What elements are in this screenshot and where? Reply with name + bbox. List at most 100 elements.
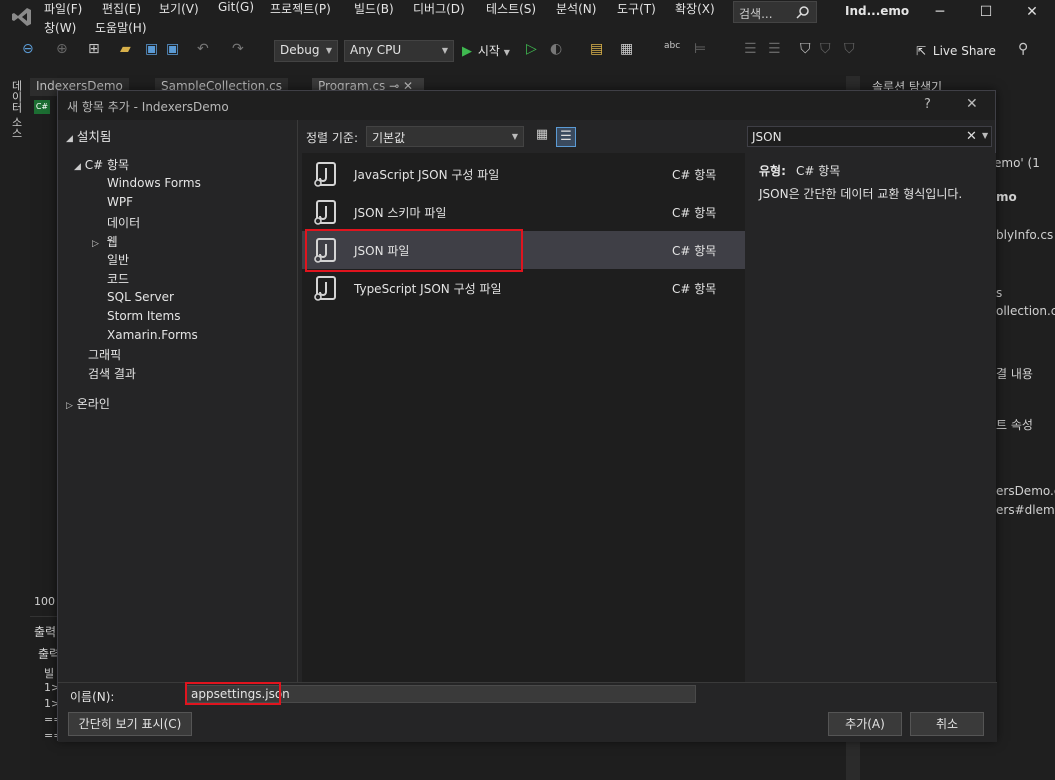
start-button[interactable]: ▶ 시작 ▼ [462, 42, 510, 59]
tree-item-sql-server[interactable]: SQL Server [107, 290, 174, 304]
name-label: 이름(N): [70, 690, 115, 704]
json-file-icon [314, 162, 336, 187]
undo-icon[interactable]: ↶ [197, 41, 209, 57]
solution-fragment: emo' (1 [994, 156, 1040, 170]
help-button[interactable]: ? [924, 97, 931, 112]
template-name: JSON 스키마 파일 [354, 206, 447, 220]
template-item-javascript-json[interactable]: JavaScript JSON 구성 파일 C# 항목 [302, 155, 745, 193]
platform-value: Any CPU [350, 43, 402, 57]
tree-search-results[interactable]: 검색 결과 [88, 365, 136, 382]
close-window-button[interactable]: ✕ [1008, 0, 1055, 26]
tree-item-web-label: 웹 [106, 235, 118, 249]
data-sources-tab[interactable]: 데이터 소스 [8, 80, 24, 139]
grid-view-icon[interactable]: ▦ [532, 127, 552, 147]
compact-view-button[interactable]: 간단히 보기 표시(C) [68, 712, 192, 736]
solution-fragment: blyInfo.cs [996, 228, 1054, 242]
maximize-button[interactable]: ☐ [962, 0, 1010, 26]
redo-icon[interactable]: ↷ [232, 41, 244, 57]
tree-item-wpf[interactable]: WPF [107, 195, 133, 209]
collapsed-arrow-icon: ▷ [66, 401, 73, 411]
template-language: C# 항목 [672, 168, 717, 182]
tree-csharp-items[interactable]: ◢ C# 항목 [74, 156, 129, 173]
tree-item-windows-forms[interactable]: Windows Forms [107, 176, 201, 190]
template-item-json-schema[interactable]: JSON 스키마 파일 C# 항목 [302, 193, 745, 231]
csharp-file-icon: C# [34, 100, 50, 114]
save-icon[interactable]: ▣ [145, 41, 158, 57]
play-icon: ▶ [462, 44, 472, 59]
menu-tools[interactable]: 도구(T) [617, 0, 656, 17]
next-bookmark-icon[interactable]: ⛉ [844, 41, 855, 57]
tree-item-data[interactable]: 데이터 [107, 214, 140, 231]
bookmark-icon[interactable]: ⛉ [800, 41, 811, 57]
solution-folder-icon[interactable]: ▤ [590, 41, 603, 57]
menu-analyze[interactable]: 분석(N) [556, 0, 596, 17]
clear-search-icon[interactable]: ✕ [966, 129, 977, 144]
solution-fragment: ollection.cs [996, 304, 1055, 318]
cancel-button[interactable]: 취소 [910, 712, 984, 736]
sort-dropdown[interactable]: 기본값 ▼ [366, 126, 524, 147]
menu-test[interactable]: 테스트(S) [486, 0, 536, 17]
back-icon[interactable]: ⊖ [22, 41, 34, 57]
template-language: C# 항목 [672, 244, 717, 258]
global-search-box[interactable]: 검색... [733, 1, 817, 23]
feedback-icon[interactable]: ⚲ [1018, 41, 1028, 57]
open-folder-icon[interactable]: ▰ [120, 41, 131, 57]
output-panel-title: 출력 [34, 625, 57, 639]
tree-item-general[interactable]: 일반 [107, 251, 129, 268]
uncomment-icon[interactable]: ☰ [768, 41, 781, 57]
menu-help[interactable]: 도움말(H) [95, 19, 147, 36]
start-without-debugging-icon[interactable]: ▷ [526, 41, 537, 57]
menu-git[interactable]: Git(G) [218, 0, 254, 14]
menu-window[interactable]: 창(W) [44, 19, 76, 36]
prev-bookmark-icon[interactable]: ⛉ [820, 41, 831, 57]
tree-item-web[interactable]: ▷ 웹 [92, 233, 118, 250]
minimize-button[interactable]: ─ [916, 0, 964, 26]
template-language: C# 항목 [672, 206, 717, 220]
menu-project[interactable]: 프로젝트(P) [270, 0, 331, 17]
tree-graphics[interactable]: 그래픽 [88, 346, 121, 363]
comment-icon[interactable]: ☰ [744, 41, 757, 57]
collapsed-arrow-icon: ▷ [92, 239, 99, 249]
detail-type-label: 유형: [759, 164, 786, 178]
align-icon[interactable]: ⊨ [694, 41, 706, 57]
live-share-button[interactable]: ⇱ Live Share [916, 44, 996, 58]
menu-file[interactable]: 파일(F) [44, 0, 82, 17]
new-project-icon[interactable]: ⊞ [88, 41, 100, 57]
live-share-icon: ⇱ [916, 44, 927, 58]
platform-dropdown[interactable]: Any CPU ▼ [344, 40, 454, 62]
menu-view[interactable]: 보기(V) [159, 0, 199, 17]
menu-debug[interactable]: 디버그(D) [413, 0, 465, 17]
details-pane: 유형: C# 항목 JSON은 간단한 데이터 교환 형식입니다. [746, 153, 996, 682]
start-label: 시작 [477, 44, 500, 58]
layout-icon[interactable]: ▦ [620, 41, 633, 57]
detail-type-value: C# 항목 [796, 164, 841, 178]
tree-installed-label: 설치됨 [76, 129, 112, 144]
add-button[interactable]: 추가(A) [828, 712, 902, 736]
save-all-icon[interactable]: ▣ [166, 41, 179, 57]
menu-edit[interactable]: 편집(E) [102, 0, 141, 17]
menu-extensions[interactable]: 확장(X) [675, 0, 715, 17]
tree-item-storm-items[interactable]: Storm Items [107, 309, 180, 323]
list-view-icon[interactable]: ☰ [556, 127, 576, 147]
tree-item-xamarin-forms[interactable]: Xamarin.Forms [107, 328, 198, 342]
expand-arrow-icon: ◢ [66, 134, 73, 144]
tree-csharp-items-label: C# 항목 [84, 158, 130, 172]
configuration-dropdown[interactable]: Debug ▼ [274, 40, 338, 62]
template-item-typescript-json[interactable]: TypeScript JSON 구성 파일 C# 항목 [302, 269, 745, 307]
detail-description: JSON은 간단한 데이터 교환 형식입니다. [759, 187, 963, 201]
forward-icon[interactable]: ⊕ [56, 41, 68, 57]
spell-check-icon[interactable]: abc [664, 41, 680, 51]
close-dialog-icon[interactable]: ✕ [966, 96, 978, 112]
category-tree: ◢ 설치됨 ◢ C# 항목 Windows Forms WPF 데이터 ▷ 웹 … [58, 120, 298, 682]
hot-reload-icon[interactable]: ◐ [550, 41, 562, 57]
template-search-box[interactable]: JSON ✕ ▼ [747, 126, 992, 147]
sort-value: 기본값 [372, 131, 406, 145]
tree-item-code[interactable]: 코드 [107, 270, 129, 287]
tree-online[interactable]: ▷ 온라인 [66, 395, 110, 412]
solution-fragment: ersDemo.cs [996, 484, 1055, 498]
menu-build[interactable]: 빌드(B) [354, 0, 394, 17]
dialog-title-bar: 새 항목 추가 - IndexersDemo ? ✕ [58, 91, 995, 120]
tree-installed[interactable]: ◢ 설치됨 [66, 126, 111, 145]
output-line: 빌 [44, 667, 55, 680]
search-options-chevron-icon[interactable]: ▼ [982, 131, 988, 140]
